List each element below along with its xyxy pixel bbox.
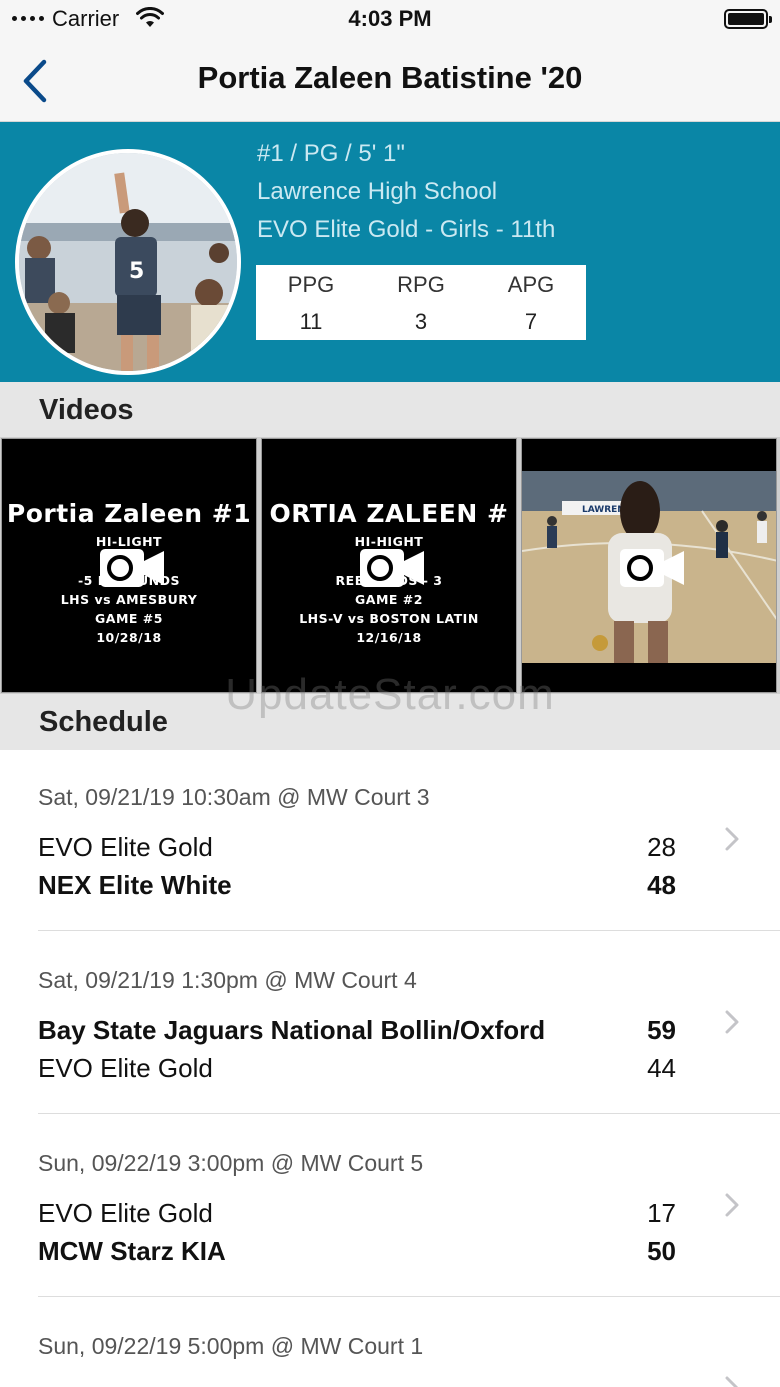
away-team: MCW Starz KIA [38,1236,226,1266]
section-title: Videos [39,394,134,426]
stat-value: 3 [414,309,428,334]
chevron-right-icon [725,827,739,851]
home-team: EVO Elite Gold [38,832,213,862]
chevron-right-icon [725,1193,739,1217]
video-caption: 10/28/18 [96,630,162,645]
status-bar: Carrier 4:03 PM [0,0,780,40]
player-school: Lawrence High School [257,178,498,205]
game-date: Sat, 09/21/19 1:30pm @ MW Court 4 [38,967,417,993]
video-caption: LHS vs AMESBURY [60,592,198,607]
page-title: Portia Zaleen Batistine '20 [197,60,583,95]
stats-box: PPG 11 RPG 3 APG 7 [256,265,586,340]
video-title: Portia Zaleen #1 [6,499,252,528]
video-thumbnail[interactable]: LAWREN [521,438,777,693]
player-position: #1 / PG / 5' 1" [257,140,405,167]
navigation-bar: Portia Zaleen Batistine '20 [0,40,780,122]
home-team: EVO Elite Gold [38,1198,213,1228]
stat-value: 7 [524,309,538,334]
video-caption: GAME #5 [95,611,163,626]
stat-label: APG [507,272,555,297]
away-score: 50 [647,1236,676,1266]
chevron-right-icon [725,1376,739,1387]
schedule-game-row[interactable]: Sat, 09/21/19 10:30am @ MW Court 3 EVO E… [0,748,780,931]
home-score: 28 [647,832,676,862]
away-score: 44 [647,1053,676,1083]
video-camera-icon [100,549,164,587]
stat-value: 11 [299,309,323,334]
player-avatar: 5 [15,149,241,375]
clock: 4:03 PM [348,6,432,31]
battery-icon [724,9,772,29]
video-camera-icon [620,549,684,587]
home-score: 59 [647,1015,676,1045]
player-team: EVO Elite Gold - Girls - 11th [257,216,556,243]
schedule-game-row[interactable]: Sun, 09/22/19 5:00pm @ MW Court 1 [0,1297,780,1387]
video-caption: 12/16/18 [356,630,422,645]
home-score: 17 [647,1198,676,1228]
game-date: Sat, 09/21/19 10:30am @ MW Court 3 [38,784,430,810]
video-caption: GAME #2 [355,592,423,607]
video-title: ORTIA ZALEEN # [269,499,509,528]
videos-strip: Portia Zaleen #1 HI-LIGHT -5 REBOUNDS LH… [0,437,780,694]
away-score: 48 [647,870,676,900]
stat-label: PPG [287,272,335,297]
watermark: UpdateStar.com [225,670,555,719]
home-team: Bay State Jaguars National Bollin/Oxford [38,1015,546,1045]
schedule-game-row[interactable]: Sat, 09/21/19 1:30pm @ MW Court 4 Bay St… [0,931,780,1114]
videos-section-header: Videos [0,382,780,438]
game-date: Sun, 09/22/19 5:00pm @ MW Court 1 [38,1333,424,1359]
court-banner-text: LAWREN [582,505,625,515]
chevron-right-icon [725,1010,739,1034]
video-camera-icon [360,549,424,587]
player-profile-header: 5 #1 / PG / 5' 1" Lawrence High School E… [0,122,780,382]
away-team: EVO Elite Gold [38,1053,213,1083]
schedule-game-row[interactable]: Sun, 09/22/19 3:00pm @ MW Court 5 EVO El… [0,1114,780,1297]
game-date: Sun, 09/22/19 3:00pm @ MW Court 5 [38,1150,424,1176]
away-team: NEX Elite White [38,870,232,900]
svg-text:5: 5 [129,259,144,284]
video-thumbnail[interactable]: Portia Zaleen #1 HI-LIGHT -5 REBOUNDS LH… [1,438,257,693]
stat-label: RPG [397,272,445,297]
video-thumbnail[interactable]: ORTIA ZALEEN # HI-HIGHT P 5 REBOUNDS - 3… [261,438,517,693]
video-caption: LHS-V vs BOSTON LATIN [299,611,479,626]
